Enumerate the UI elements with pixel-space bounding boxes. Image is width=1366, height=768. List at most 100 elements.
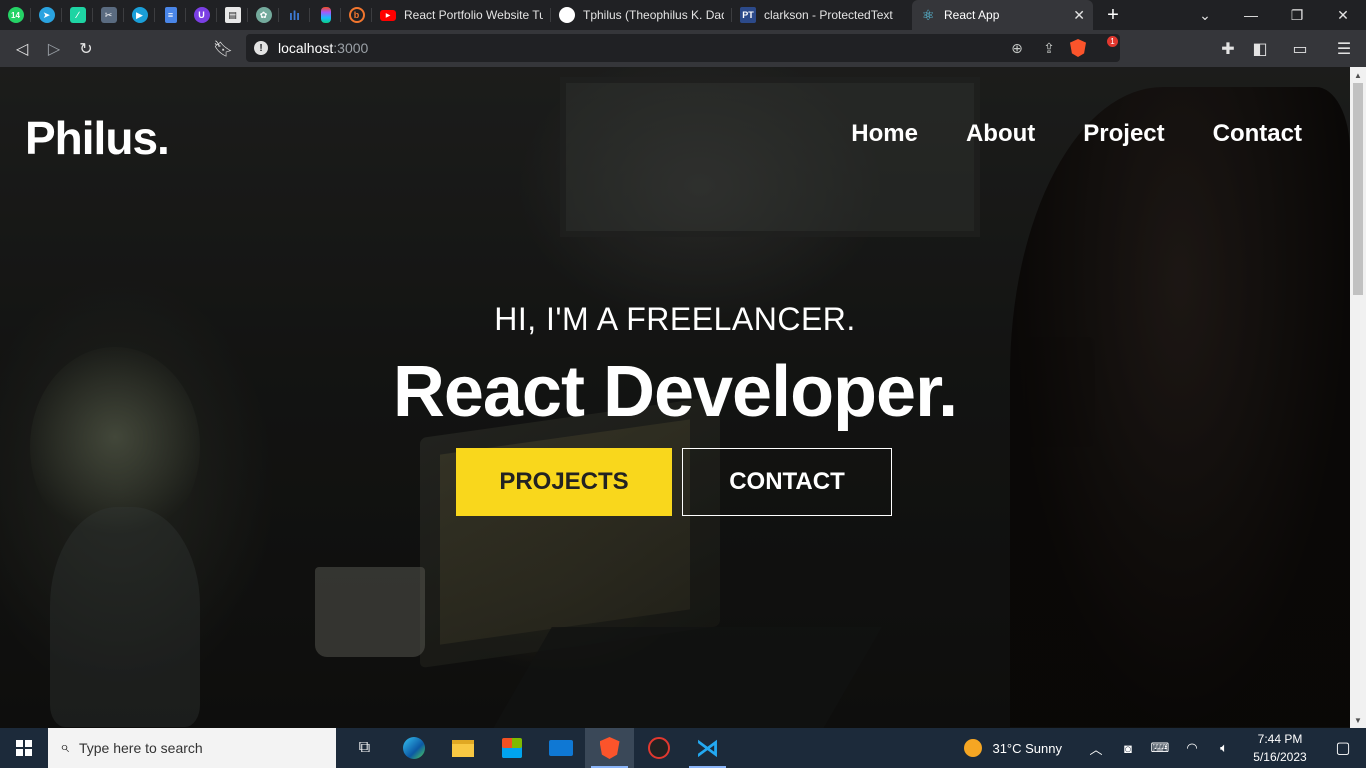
tab-youtube[interactable]: ▶ React Portfolio Website Tut — [372, 0, 551, 30]
pinned-tab-telegram[interactable]: ➤ — [31, 0, 62, 30]
figma-icon — [320, 7, 331, 23]
bar-chart-app-icon: ılı — [289, 7, 300, 23]
search-placeholder: Type here to search — [78, 740, 203, 756]
task-view-icon: ⧉ — [358, 739, 371, 756]
pinned-tab-page[interactable]: ▤ — [217, 0, 248, 30]
pt-icon: PT — [740, 7, 756, 23]
restore-icon[interactable]: ❐ — [1274, 0, 1320, 30]
site-info-icon[interactable]: ! — [254, 41, 268, 55]
hero-subtitle: HI, I'M A FREELANCER. — [494, 301, 856, 337]
page-viewport: Philus. Home About Project Contact HI, I… — [0, 67, 1350, 728]
pinned-tab-figma[interactable] — [310, 0, 341, 30]
tab-title: React App — [944, 8, 1000, 22]
store-button[interactable] — [487, 728, 536, 768]
taskbar-apps: ⧉ ⋊ — [340, 728, 732, 768]
browser-toolbar: ◁ ▷ ↻ 🔖︎ ! localhost:3000 ⊕ ⇪ 1 ✚ ◧ ▭ ☰ — [0, 30, 1366, 67]
b-app-icon: b — [348, 7, 365, 23]
scroll-up-icon[interactable]: ▲ — [1350, 67, 1366, 83]
forward-icon[interactable]: ▷ — [38, 33, 70, 65]
tab-react-app[interactable]: ⚛ React App ✕ — [912, 0, 1093, 30]
tab-title: Tphilus (Theophilus K. Dadz — [583, 8, 724, 22]
pinned-tab-barchart[interactable]: ılı — [279, 0, 310, 30]
vscode-button[interactable]: ⋊ — [683, 728, 732, 768]
minimize-icon[interactable]: — — [1228, 0, 1274, 30]
start-button[interactable] — [0, 728, 48, 768]
whatsapp-icon: 14 — [7, 7, 24, 23]
nav-about[interactable]: About — [966, 120, 1035, 148]
bookmark-icon[interactable]: 🔖︎ — [207, 33, 239, 65]
input-indicator-icon[interactable]: ⌨ — [1144, 740, 1176, 756]
wifi-icon[interactable]: ◠ — [1176, 740, 1208, 756]
url-port: :3000 — [333, 40, 369, 56]
brave-nightly-button[interactable] — [634, 728, 683, 768]
task-view-button[interactable]: ⧉ — [340, 728, 389, 768]
weather-sun-icon — [964, 739, 983, 757]
back-icon[interactable]: ◁ — [6, 33, 38, 65]
site-nav: Home About Project Contact — [851, 120, 1302, 148]
page-scrollbar[interactable]: ▲ ▼ — [1350, 67, 1366, 728]
pinned-tab-u[interactable]: U — [186, 0, 217, 30]
scroll-down-icon[interactable]: ▼ — [1350, 712, 1366, 728]
mail-button[interactable] — [536, 728, 585, 768]
windows-taskbar: ⌕ Type here to search ⧉ ⋊ 31°C Sunny ︿ ◙… — [0, 728, 1366, 768]
notifications-icon[interactable]: ▢ — [1320, 738, 1366, 758]
u-app-icon: U — [193, 7, 210, 23]
github-icon — [559, 7, 575, 23]
pinned-tab-chatgpt[interactable]: ✿ — [248, 0, 279, 30]
tab-github[interactable]: Tphilus (Theophilus K. Dadz — [551, 0, 732, 30]
sidebar-icon[interactable]: ◧ — [1244, 33, 1276, 65]
file-explorer-button[interactable] — [438, 728, 487, 768]
nav-project[interactable]: Project — [1083, 120, 1164, 148]
pinned-tab-whatsapp[interactable]: 14 — [0, 0, 31, 30]
nav-contact[interactable]: Contact — [1213, 120, 1302, 148]
pinned-tab-b[interactable]: b — [341, 0, 372, 30]
tab-search-chevron-icon[interactable]: ⌄ — [1182, 0, 1228, 30]
tray-app-icon[interactable]: ◙ — [1112, 741, 1144, 756]
pinned-tab-feather[interactable]: ∕ — [62, 0, 93, 30]
play-app-icon: ▶ — [131, 7, 148, 23]
edge-button[interactable] — [389, 728, 438, 768]
scissors-app-icon: ✂ — [100, 7, 117, 23]
taskbar-clock[interactable]: 7:44 PM 5/16/2023 — [1240, 730, 1320, 766]
wallet-icon[interactable]: ▭ — [1284, 33, 1316, 65]
brave-shields-icon[interactable] — [1070, 39, 1086, 57]
brave-rewards-icon[interactable]: 1 — [1096, 36, 1118, 56]
weather-text[interactable]: 31°C Sunny — [992, 741, 1062, 756]
menu-icon[interactable]: ☰ — [1328, 33, 1360, 65]
extensions-icon[interactable]: ✚ — [1212, 33, 1244, 65]
chatgpt-icon: ✿ — [255, 7, 272, 23]
zoom-icon[interactable]: ⊕ — [1006, 40, 1028, 57]
scrollbar-thumb[interactable] — [1353, 83, 1363, 295]
tab-strip: 14 ➤ ∕ ✂ ▶ ≡ U ▤ ✿ ılı b ▶ React Portfol… — [0, 0, 1366, 30]
volume-icon[interactable]: 🔈︎ — [1208, 740, 1240, 756]
site-logo[interactable]: Philus. — [25, 111, 170, 165]
nav-home[interactable]: Home — [851, 120, 918, 148]
pinned-tab-scissors[interactable]: ✂ — [93, 0, 124, 30]
tab-title: React Portfolio Website Tut — [404, 8, 543, 22]
new-tab-button[interactable]: + — [1093, 0, 1133, 30]
docs-icon: ≡ — [164, 7, 177, 23]
rewards-badge: 1 — [1107, 36, 1118, 47]
projects-button[interactable]: PROJECTS — [456, 448, 672, 516]
brave-nightly-icon — [647, 737, 670, 759]
close-tab-icon[interactable]: ✕ — [1065, 7, 1085, 24]
reload-icon[interactable]: ↻ — [70, 33, 102, 65]
vscode-icon: ⋊ — [695, 734, 720, 762]
hero-title: React Developer. — [392, 352, 958, 432]
brave-button[interactable] — [585, 728, 634, 768]
pinned-tab-docs[interactable]: ≡ — [155, 0, 186, 30]
contact-button[interactable]: CONTACT — [682, 448, 892, 516]
clock-time: 7:44 PM — [1257, 732, 1303, 746]
system-tray: 31°C Sunny ︿ ◙ ⌨ ◠ 🔈︎ 7:44 PM 5/16/2023 … — [964, 728, 1366, 768]
page-app-icon: ▤ — [224, 7, 241, 23]
close-window-icon[interactable]: ✕ — [1320, 0, 1366, 30]
tray-overflow-chevron-icon[interactable]: ︿ — [1080, 739, 1112, 758]
address-bar[interactable]: ! localhost:3000 ⊕ ⇪ 1 — [246, 34, 1120, 62]
pinned-tab-play[interactable]: ▶ — [124, 0, 155, 30]
share-icon[interactable]: ⇪ — [1038, 40, 1060, 57]
telegram-icon: ➤ — [38, 7, 55, 23]
search-icon: ⌕ — [60, 739, 69, 756]
taskbar-search-box[interactable]: ⌕ Type here to search — [48, 728, 336, 768]
tab-protectedtext[interactable]: PT clarkson - ProtectedText — [732, 0, 912, 30]
file-explorer-icon — [451, 739, 474, 757]
